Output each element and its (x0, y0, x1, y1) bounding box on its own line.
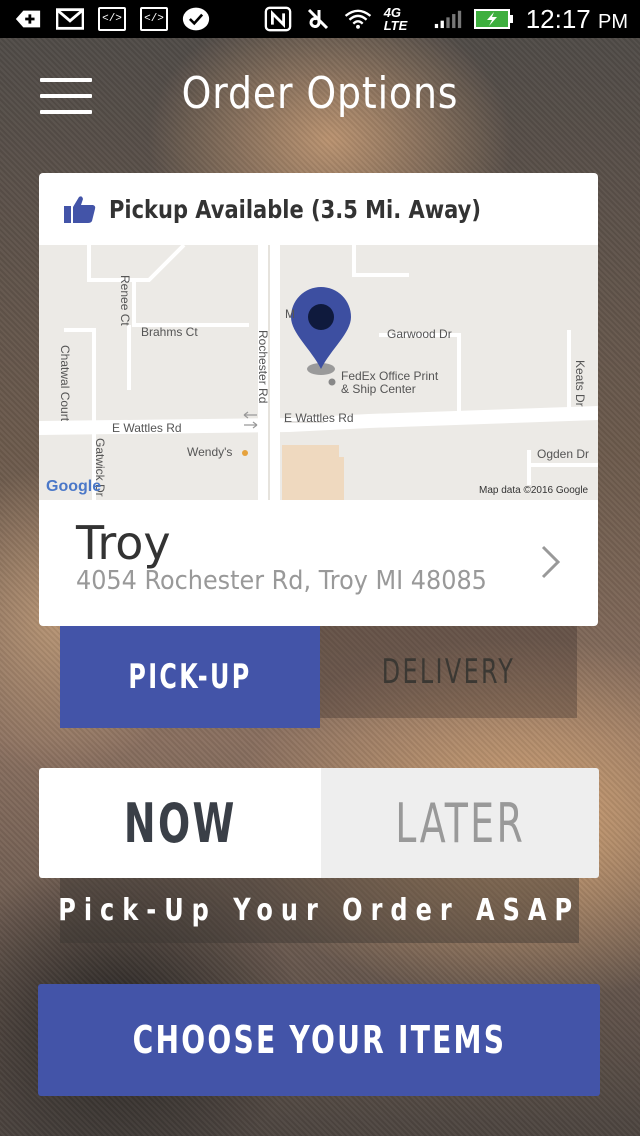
availability-text: Pickup Available (3.5 Mi. Away) (109, 194, 481, 224)
order-timing-toggle: NOW LATER (39, 768, 599, 878)
map-label: Rochester Rd (256, 330, 270, 404)
clock: 12:17 PM (525, 3, 628, 34)
map-label: Chatwal Court (58, 345, 72, 422)
mute-icon (304, 7, 332, 31)
add-icon (14, 7, 42, 31)
map-label: E Wattles Rd (112, 421, 182, 435)
map-label: Brahms Ct (141, 325, 198, 339)
network-type: 4G LTE (383, 5, 408, 33)
map-label: Ogden Dr (537, 447, 590, 461)
map-label: E Wattles Rd (284, 411, 354, 425)
page-title: Order Options (181, 68, 459, 119)
map-label: Wendy's (187, 445, 233, 459)
chevron-right-icon (541, 545, 561, 579)
order-type-toggle: DELIVERY PICK-UP (60, 626, 577, 728)
later-button[interactable]: LATER (321, 768, 599, 878)
store-map[interactable]: Renee Ct Brahms Ct Chatwal Court Rochest… (39, 245, 598, 500)
thumbs-up-icon (64, 196, 96, 223)
google-logo: Google (46, 478, 102, 495)
store-selector[interactable]: Troy 4054 Rochester Rd, Troy MI 48085 (39, 500, 598, 626)
map-label: & Ship Center (341, 382, 416, 396)
now-button[interactable]: NOW (39, 768, 321, 878)
gmail-icon (56, 7, 84, 31)
delivery-button[interactable]: DELIVERY (320, 626, 577, 718)
map-label: M (285, 307, 295, 321)
store-address: 4054 Rochester Rd, Troy MI 48085 (76, 566, 487, 596)
wifi-icon (344, 7, 372, 31)
pickup-button[interactable]: PICK-UP (60, 626, 320, 728)
choose-items-button[interactable]: CHOOSE YOUR ITEMS (38, 984, 600, 1096)
check-badge-icon (182, 7, 210, 31)
battery-charging-icon (473, 7, 514, 31)
pickup-availability: Pickup Available (3.5 Mi. Away) (39, 173, 598, 245)
timing-message: Pick-Up Your Order ASAP (59, 878, 579, 943)
nfc-icon (264, 6, 292, 32)
map-label: Renee Ct (118, 275, 132, 326)
code-icon: </> (140, 7, 168, 31)
app-header: Order Options (0, 38, 640, 150)
store-name: Troy (76, 516, 171, 570)
status-bar: </> </> 4G LTE 12:17 PM (0, 0, 640, 38)
map-attribution: Map data ©2016 Google (479, 485, 589, 496)
signal-icon (434, 7, 462, 31)
map-label: Keats Dr (573, 360, 587, 407)
store-card: Pickup Available (3.5 Mi. Away) Renee Ct… (39, 173, 598, 626)
map-label: Garwood Dr (387, 327, 452, 341)
code-icon: </> (98, 7, 126, 31)
map-label: FedEx Office Print (341, 369, 439, 383)
